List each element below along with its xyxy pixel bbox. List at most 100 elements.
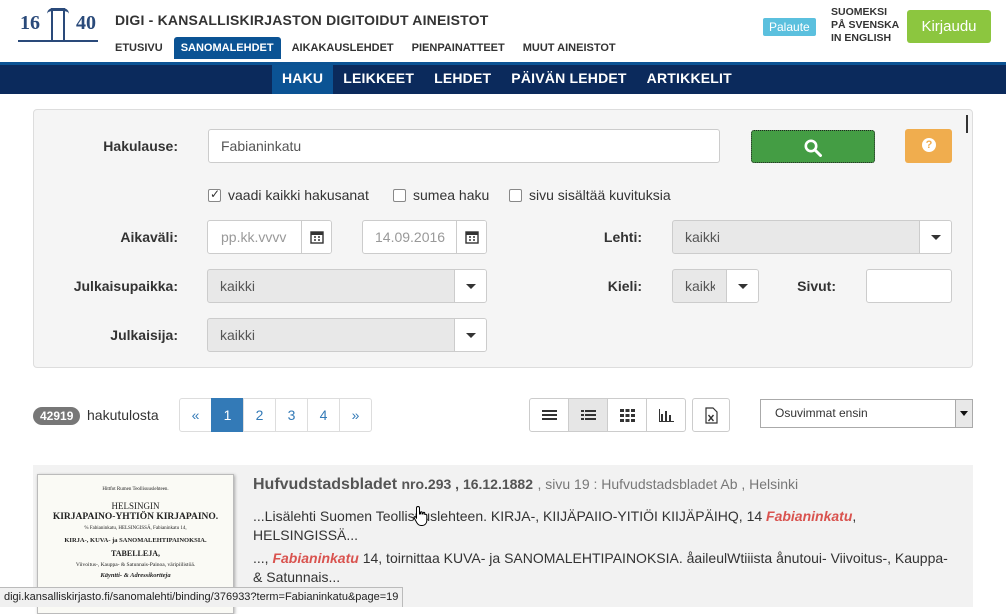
result-count-badge: 42919 — [33, 407, 81, 425]
checkbox-fuzzy-box[interactable] — [393, 188, 406, 202]
chevron-down-icon[interactable] — [726, 270, 758, 302]
logo-left-digits: 16 — [20, 12, 40, 34]
checkbox-all-words-label: vaadi kaikki hakusanat — [228, 187, 369, 203]
language-select-value: kaikki — [685, 278, 715, 294]
place-select-value: kaikki — [220, 278, 256, 294]
paper-label: Lehti: — [603, 229, 642, 245]
thumb-line: Hittfot Rumen Teollisuuslehteen. — [102, 487, 169, 492]
pagination: « 1 2 3 4 » — [179, 398, 372, 432]
snippet-highlight: Fabianinkatu — [272, 550, 359, 566]
paper-select[interactable]: kaikki — [672, 220, 952, 254]
result-snippet: ..., Fabianinkatu 14, toirnittaa KUVA- j… — [253, 549, 953, 587]
thumb-line: % Fabianinkatu, HELSINGISSÄ, Fabianinkat… — [84, 526, 187, 531]
place-select[interactable]: kaikki — [207, 269, 487, 303]
date-range-label: Aikaväli: — [120, 229, 178, 245]
pagination-page-1[interactable]: 1 — [211, 398, 244, 432]
chevron-down-icon[interactable] — [454, 270, 486, 302]
thumb-line: KIRJA-, KUVA- ja SANOMALEHTIPAINOKSIA. — [64, 537, 207, 544]
chevron-down-icon[interactable] — [919, 221, 951, 253]
lang-english[interactable]: IN ENGLISH — [831, 32, 899, 45]
date-to-value: 14.09.2016 — [375, 229, 446, 245]
chevron-down-icon[interactable] — [955, 400, 972, 427]
tab-lehdet[interactable]: LEHDET — [424, 65, 501, 94]
pillar-icon — [47, 8, 69, 40]
main-nav-etusivu[interactable]: ETUSIVU — [108, 37, 170, 59]
search-icon — [804, 139, 822, 157]
checkbox-illustrations-box[interactable] — [509, 188, 522, 202]
tab-leikkeet[interactable]: LEIKKEET — [333, 65, 424, 94]
result-issue: nro.293 , 16.12.1882 — [401, 476, 534, 492]
language-links: SUOMEKSI PÅ SVENSKA IN ENGLISH — [831, 6, 899, 45]
tab-artikkelit[interactable]: ARTIKKELIT — [637, 65, 742, 94]
search-button[interactable] — [751, 130, 875, 163]
pagination-next[interactable]: » — [339, 398, 372, 432]
checkbox-all-words[interactable]: vaadi kaikki hakusanat — [208, 187, 369, 203]
place-label: Julkaisupaikka: — [73, 278, 178, 294]
main-nav-aikakauslehdet[interactable]: AIKAKAUSLEHDET — [285, 37, 401, 59]
logo-right-digits: 40 — [76, 12, 96, 34]
export-excel-button[interactable] — [692, 398, 730, 432]
help-button[interactable]: ? — [905, 129, 952, 163]
pagination-prev[interactable]: « — [179, 398, 212, 432]
view-mode-buttons — [529, 398, 686, 432]
tab-haku[interactable]: HAKU — [272, 65, 334, 94]
library-logo[interactable]: 16 40 — [18, 8, 98, 42]
language-label: Kieli: — [607, 278, 642, 294]
snippet-text: ...Lisälehti Suomen Teollisuuslehteen. K… — [253, 508, 767, 524]
thumb-line: Käyntti- & Adressikortteja — [100, 572, 171, 579]
snippet-highlight: Fabianinkatu — [766, 508, 853, 524]
thumb-line: HELSINGIN — [111, 501, 160, 511]
result-snippet: ...Lisälehti Suomen Teollisuuslehteen. K… — [253, 507, 953, 545]
detail-list-icon — [581, 410, 596, 420]
language-select[interactable]: kaikki — [672, 269, 759, 303]
paper-select-value: kaikki — [685, 229, 721, 245]
main-nav: ETUSIVU SANOMALEHDET AIKAKAUSLEHDET PIEN… — [108, 37, 627, 59]
snippet-text: ..., — [253, 550, 273, 566]
checkbox-fuzzy[interactable]: sumea haku — [393, 187, 489, 203]
date-from-input[interactable]: pp.kk.vvvv — [207, 220, 332, 254]
publisher-select[interactable]: kaikki — [207, 318, 487, 352]
browser-status-bar: digi.kansalliskirjasto.fi/sanomalehti/bi… — [0, 587, 404, 607]
checkbox-fuzzy-label: sumea haku — [413, 187, 490, 203]
grid-icon — [620, 409, 635, 422]
scroll-indicator — [966, 115, 968, 133]
sub-nav: HAKU LEIKKEET LEHDET PÄIVÄN LEHDET ARTIK… — [0, 62, 1006, 94]
grid-view-button[interactable] — [607, 398, 647, 432]
lang-finnish[interactable]: SUOMEKSI — [831, 6, 899, 19]
site-title: DIGI - KANSALLISKIRJASTON DIGITOIDUT AIN… — [115, 12, 489, 28]
lang-swedish[interactable]: PÅ SVENSKA — [831, 19, 899, 32]
query-input[interactable]: Fabianinkatu — [208, 129, 720, 163]
top-header: 16 40 DIGI - KANSALLISKIRJASTON DIGITOID… — [0, 0, 1006, 62]
pages-input[interactable] — [866, 269, 952, 303]
checkbox-all-words-box[interactable] — [208, 187, 221, 202]
pagination-page-2[interactable]: 2 — [243, 398, 276, 432]
thumb-line: Viivoitus-, Kauppa- & Satunnais-Painoa, … — [75, 562, 196, 568]
list-view-button[interactable] — [529, 398, 569, 432]
calendar-icon[interactable] — [301, 221, 331, 253]
result-title[interactable]: Hufvudstadsbladet nro.293 , 16.12.1882 ,… — [253, 476, 798, 494]
sort-select[interactable]: Osuvimmat ensin — [760, 399, 973, 428]
chart-view-button[interactable] — [646, 398, 686, 432]
calendar-icon[interactable] — [456, 221, 486, 253]
main-nav-sanomalehdet[interactable]: SANOMALEHDET — [173, 37, 281, 59]
pagination-page-3[interactable]: 3 — [275, 398, 308, 432]
login-button[interactable]: Kirjaudu — [907, 10, 991, 43]
result-paper-name[interactable]: Hufvudstadsbladet — [253, 476, 397, 493]
list-icon — [542, 410, 557, 420]
detail-list-view-button[interactable] — [568, 398, 608, 432]
checkbox-illustrations[interactable]: sivu sisältää kuvituksia — [509, 187, 671, 203]
query-label: Hakulause: — [103, 138, 178, 154]
chevron-down-icon[interactable] — [454, 319, 486, 351]
feedback-button[interactable]: Palaute — [763, 18, 816, 36]
tab-paivan-lehdet[interactable]: PÄIVÄN LEHDET — [501, 65, 636, 94]
result-page-info: , sivu 19 : Hufvudstadsbladet Ab , Helsi… — [537, 476, 799, 492]
main-nav-pienpainatteet[interactable]: PIENPAINATTEET — [405, 37, 512, 59]
result-count-label: hakutulosta — [87, 407, 159, 423]
main-nav-muut-aineistot[interactable]: MUUT AINEISTOT — [516, 37, 623, 59]
pagination-page-4[interactable]: 4 — [307, 398, 340, 432]
bar-chart-icon — [659, 409, 674, 422]
date-to-input[interactable]: 14.09.2016 — [362, 220, 487, 254]
pages-label: Sivut: — [797, 278, 836, 294]
hand-cursor-icon — [413, 505, 428, 526]
date-from-placeholder: pp.kk.vvvv — [221, 229, 287, 245]
